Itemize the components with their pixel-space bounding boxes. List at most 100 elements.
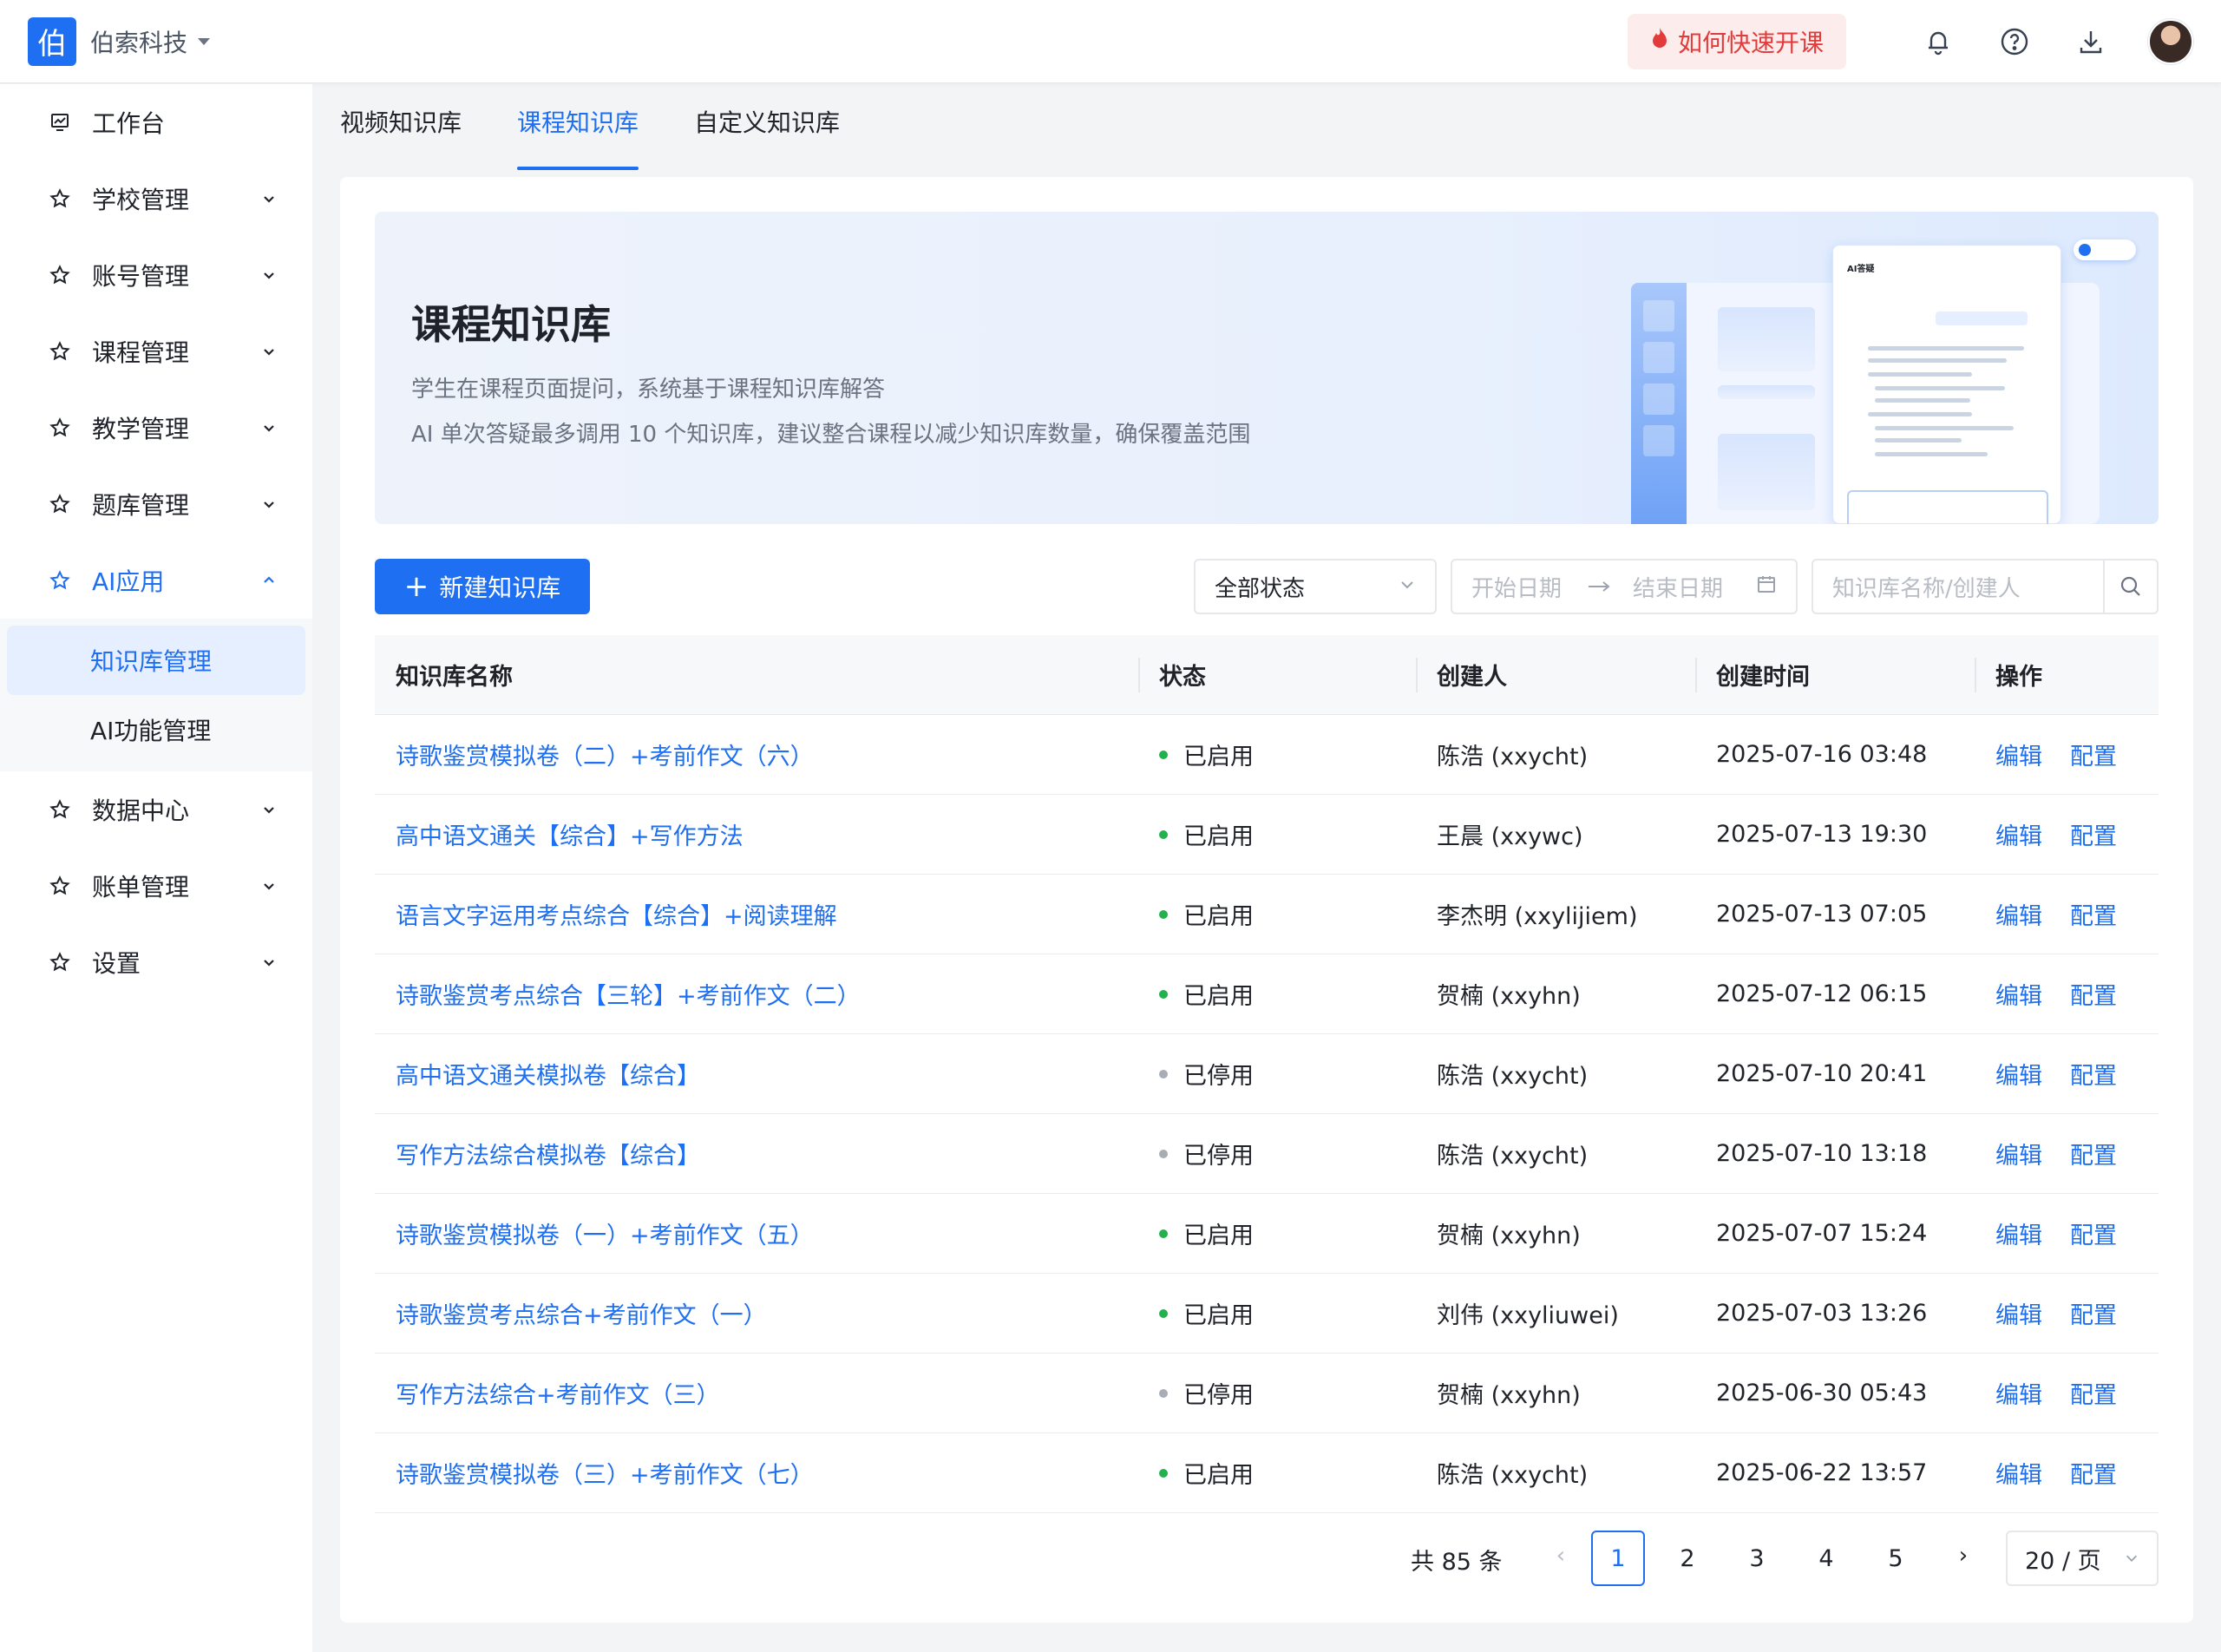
edit-link[interactable]: 编辑: [1995, 1376, 2042, 1410]
knowledge-base-name-link[interactable]: 写作方法综合模拟卷【综合】: [396, 1137, 700, 1170]
knowledge-base-name-link[interactable]: 诗歌鉴赏模拟卷（三）+考前作文（七）: [396, 1456, 814, 1490]
illustration-block: [1718, 434, 1815, 510]
table-row: 高中语文通关【综合】+写作方法 已启用 王晨 (xxywc) 2025-07-13 1…: [375, 795, 2159, 875]
intro-banner: 课程知识库 学生在课程页面提问，系统基于课程知识库解答 AI 单次答疑最多调用 …: [375, 212, 2159, 524]
chat-preview-input: [1847, 490, 2048, 524]
sidebar-item-question-bank[interactable]: 题库管理: [0, 466, 312, 542]
user-avatar[interactable]: [2148, 18, 2193, 64]
new-knowledge-base-button[interactable]: + 新建知识库: [375, 559, 590, 614]
created-time-text: 2025-07-03 13:26: [1716, 1300, 1928, 1327]
chevron-down-icon: [260, 490, 278, 519]
page-size-value: 20 / 页: [2025, 1547, 2101, 1575]
page-number[interactable]: 3: [1730, 1531, 1784, 1586]
status-dot: [1159, 829, 1168, 839]
sidebar-item-account[interactable]: 账号管理: [0, 237, 312, 313]
main-card: 课程知识库 学生在课程页面提问，系统基于课程知识库解答 AI 单次答疑最多调用 …: [340, 177, 2193, 1622]
sidebar-item-course[interactable]: 课程管理: [0, 313, 312, 390]
config-link[interactable]: 配置: [2070, 1456, 2117, 1490]
status-dot: [1159, 750, 1168, 759]
knowledge-base-name-link[interactable]: 诗歌鉴赏模拟卷（一）+考前作文（五）: [396, 1216, 814, 1250]
creator-text: 贺楠 (xxyhn): [1437, 983, 1581, 1010]
status-cell: 已启用: [1138, 1274, 1416, 1354]
status-text: 已启用: [1183, 1462, 1254, 1489]
org-caret-icon[interactable]: [198, 37, 211, 45]
status-text: 已启用: [1183, 983, 1254, 1010]
config-link[interactable]: 配置: [2070, 1137, 2117, 1170]
search-button[interactable]: [2103, 560, 2157, 613]
table-row: 高中语文通关模拟卷【综合】 已停用 陈浩 (xxycht) 2025-07-10 20…: [375, 1034, 2159, 1114]
status-dot: [1159, 1149, 1168, 1158]
edit-link[interactable]: 编辑: [1995, 738, 2042, 771]
config-link[interactable]: 配置: [2070, 817, 2117, 851]
edit-link[interactable]: 编辑: [1995, 1216, 2042, 1250]
config-link[interactable]: 配置: [2070, 1216, 2117, 1250]
sidebar-subitem-ai-functions[interactable]: AI功能管理: [7, 695, 305, 764]
edit-link[interactable]: 编辑: [1995, 1296, 2042, 1330]
sidebar-item-ai-app[interactable]: AI应用: [0, 542, 312, 619]
page-number[interactable]: 1: [1591, 1531, 1645, 1586]
config-link[interactable]: 配置: [2070, 1296, 2117, 1330]
creator-text: 贺楠 (xxyhn): [1437, 1223, 1581, 1249]
config-link[interactable]: 配置: [2070, 977, 2117, 1011]
sidebar: 工作台 学校管理 账号管理 课程管理 教学管理 题库管理 AI应用 知识库管理 …: [0, 84, 312, 1652]
edit-link[interactable]: 编辑: [1995, 1137, 2042, 1170]
config-link[interactable]: 配置: [2070, 897, 2117, 931]
new-knowledge-base-label: 新建知识库: [439, 574, 561, 602]
edit-link[interactable]: 编辑: [1995, 897, 2042, 931]
config-link[interactable]: 配置: [2070, 1376, 2117, 1410]
knowledge-base-name-link[interactable]: 语言文字运用考点综合【综合】+阅读理解: [396, 897, 837, 931]
next-page-icon[interactable]: ›: [1950, 1543, 1976, 1569]
status-select[interactable]: 全部状态: [1194, 559, 1437, 614]
creator-text: 刘伟 (xxyliuwei): [1437, 1302, 1619, 1329]
start-date-input[interactable]: 开始日期: [1471, 571, 1562, 603]
knowledge-base-name-link[interactable]: 高中语文通关模拟卷【综合】: [396, 1057, 700, 1091]
edit-link[interactable]: 编辑: [1995, 1456, 2042, 1490]
status-text: 已启用: [1183, 1302, 1254, 1329]
page-number[interactable]: 5: [1869, 1531, 1923, 1586]
illustration-block: [1718, 385, 1815, 399]
star-icon: [49, 569, 71, 592]
download-icon[interactable]: [2072, 23, 2110, 61]
status-text: 已启用: [1183, 823, 1254, 850]
page-number[interactable]: 2: [1661, 1531, 1714, 1586]
config-link[interactable]: 配置: [2070, 738, 2117, 771]
page-number[interactable]: 4: [1799, 1531, 1853, 1586]
status-cell: 已停用: [1138, 1034, 1416, 1114]
knowledge-base-name-link[interactable]: 写作方法综合+考前作文（三）: [396, 1376, 720, 1410]
bell-icon[interactable]: [1919, 23, 1957, 61]
quick-start-button[interactable]: 如何快速开课: [1627, 13, 1846, 69]
sidebar-subitem-knowledge-base[interactable]: 知识库管理: [7, 626, 305, 695]
search-input[interactable]: 知识库名称/创建人: [1813, 571, 2103, 603]
org-name[interactable]: 伯索科技: [90, 24, 187, 59]
status-cell: 已启用: [1138, 715, 1416, 795]
edit-link[interactable]: 编辑: [1995, 977, 2042, 1011]
tab-video-kb[interactable]: 视频知识库: [340, 104, 462, 170]
table-row: 诗歌鉴赏模拟卷（三）+考前作文（七） 已启用 陈浩 (xxycht) 2025-06-…: [375, 1433, 2159, 1513]
knowledge-base-name-link[interactable]: 诗歌鉴赏考点综合【三轮】+考前作文（二）: [396, 977, 861, 1011]
org-logo[interactable]: 伯: [28, 16, 76, 66]
knowledge-base-name-link[interactable]: 诗歌鉴赏模拟卷（二）+考前作文（六）: [396, 738, 814, 771]
chat-text-line: [1875, 438, 1962, 442]
tab-course-kb[interactable]: 课程知识库: [517, 104, 639, 170]
date-range-picker[interactable]: 开始日期 结束日期: [1451, 559, 1798, 614]
sidebar-item-teaching[interactable]: 教学管理: [0, 390, 312, 466]
tab-custom-kb[interactable]: 自定义知识库: [694, 104, 840, 170]
page-size-select[interactable]: 20 / 页: [2006, 1531, 2159, 1586]
sidebar-item-settings[interactable]: 设置: [0, 924, 312, 1000]
sidebar-item-billing[interactable]: 账单管理: [0, 848, 312, 924]
prev-page-icon[interactable]: ‹: [1548, 1543, 1574, 1569]
illustration-rail-button: [1643, 425, 1674, 456]
help-icon[interactable]: [1995, 23, 2034, 61]
config-link[interactable]: 配置: [2070, 1057, 2117, 1091]
sidebar-item-workbench[interactable]: 工作台: [0, 84, 312, 161]
edit-link[interactable]: 编辑: [1995, 1057, 2042, 1091]
knowledge-base-name-link[interactable]: 高中语文通关【综合】+写作方法: [396, 817, 744, 851]
sidebar-item-data-center[interactable]: 数据中心: [0, 771, 312, 848]
chevron-down-icon: [260, 872, 278, 901]
knowledge-base-name-link[interactable]: 诗歌鉴赏考点综合+考前作文（一）: [396, 1296, 767, 1330]
end-date-input[interactable]: 结束日期: [1633, 571, 1723, 603]
sidebar-item-label: 设置: [92, 949, 141, 978]
sidebar-item-school[interactable]: 学校管理: [0, 161, 312, 237]
edit-link[interactable]: 编辑: [1995, 817, 2042, 851]
pagination: 共 85 条 ‹ 1 2 3 4 5 › 20 / 页: [340, 1531, 2159, 1586]
